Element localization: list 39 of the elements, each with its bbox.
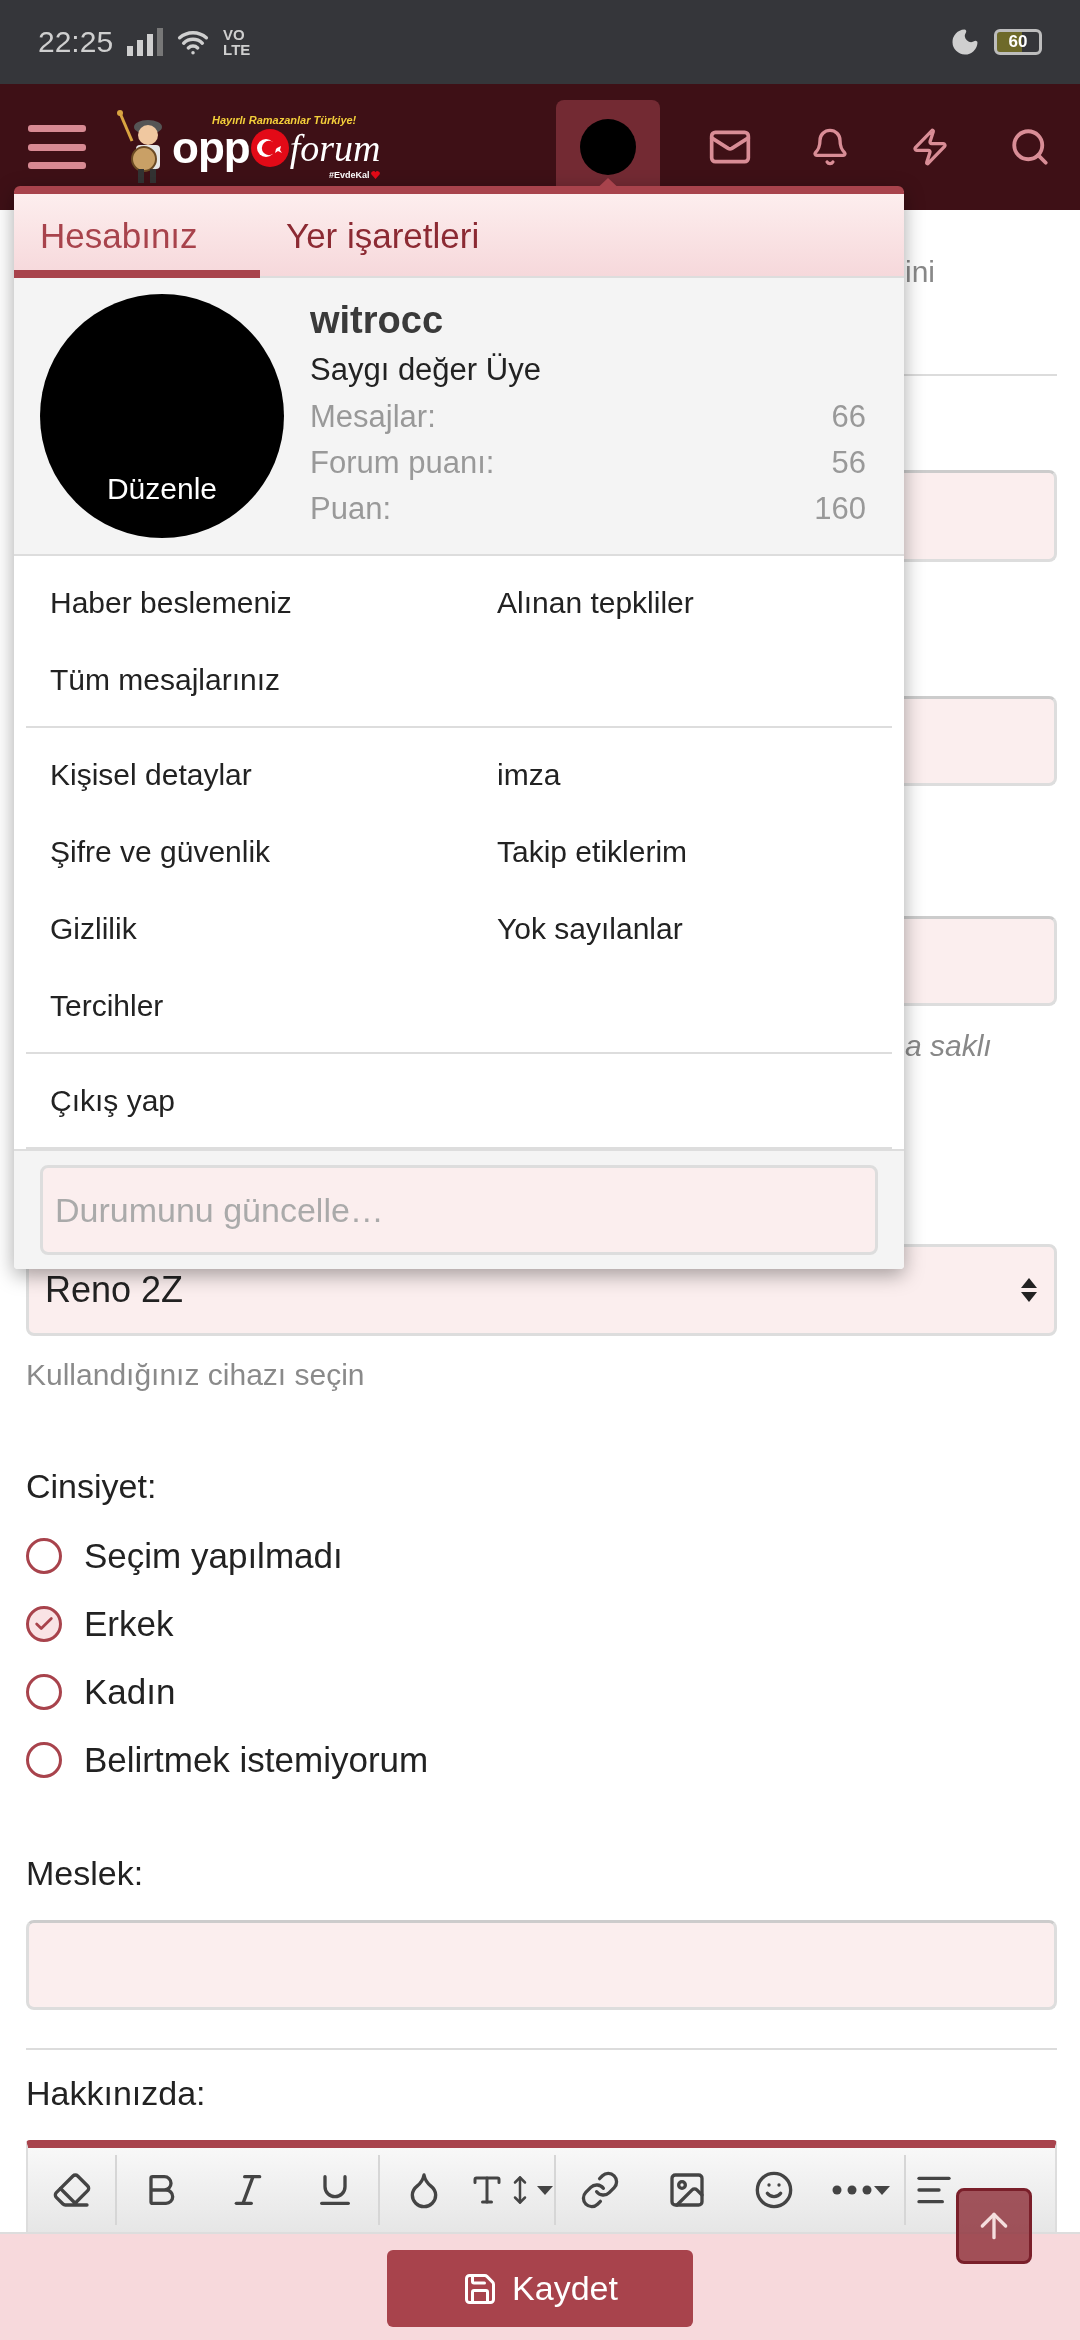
logo-text: opp bbox=[172, 126, 250, 170]
logo-hashtag: #EvdeKal bbox=[328, 170, 370, 180]
stat-label: Forum puanı: bbox=[310, 444, 495, 482]
radio-label: Kadın bbox=[84, 1672, 176, 1712]
radio-label: Seçim yapılmadı bbox=[84, 1536, 343, 1576]
menu-link[interactable]: Gizlilik bbox=[26, 890, 473, 967]
edit-link[interactable]: Düzenle bbox=[40, 472, 284, 506]
network-type: VO LTE bbox=[223, 27, 251, 57]
menu-link[interactable]: Alınan tepkliler bbox=[473, 564, 880, 641]
save-button[interactable]: Kaydet bbox=[387, 2250, 693, 2327]
menu-link[interactable]: Tüm mesajlarınız bbox=[26, 641, 473, 718]
menu-link[interactable]: Çıkış yap bbox=[26, 1062, 473, 1139]
username: witrocc bbox=[310, 298, 445, 343]
menu-link[interactable]: Yok sayılanlar bbox=[473, 890, 880, 967]
stat-label: Puan: bbox=[310, 490, 391, 528]
stat-value: 56 bbox=[831, 444, 866, 482]
logo-tagline: Hayırlı Ramazanlar Türkiye! bbox=[212, 114, 358, 126]
menu-link[interactable]: Takip etiklerim bbox=[473, 813, 880, 890]
field-label: Hakkınızda: bbox=[26, 2075, 207, 2111]
menu-tab[interactable]: Yer işaretleri bbox=[260, 194, 506, 278]
menu-link[interactable]: Şifre ve güvenlik bbox=[26, 813, 473, 890]
stat-value: 66 bbox=[831, 398, 866, 436]
clock: 22:25 bbox=[38, 25, 114, 59]
menu-link[interactable]: Tercihler bbox=[26, 967, 473, 1044]
stat-value: 160 bbox=[814, 490, 866, 528]
radio-label: Erkek bbox=[84, 1604, 174, 1644]
field-label: Cinsiyet: bbox=[26, 1468, 158, 1504]
menu-link[interactable]: imza bbox=[473, 736, 880, 813]
stat-label: Mesajlar: bbox=[310, 398, 436, 436]
status-field[interactable]: Durumunu güncelle… bbox=[40, 1165, 878, 1255]
user-title: Saygı değer Üye bbox=[310, 351, 542, 389]
note-text: a saklı bbox=[904, 1028, 993, 1064]
hint-text: ini bbox=[904, 254, 936, 290]
menu-link[interactable]: Kişisel detaylar bbox=[26, 736, 473, 813]
radio-label: Belirtmek istemiyorum bbox=[84, 1740, 429, 1780]
menu-link[interactable]: Haber beslemeniz bbox=[26, 564, 473, 641]
field-label: Meslek: bbox=[26, 1855, 145, 1891]
battery-indicator: 60 bbox=[994, 29, 1042, 55]
hint-text: Kullandığınız cihazı seçin bbox=[26, 1358, 366, 1392]
